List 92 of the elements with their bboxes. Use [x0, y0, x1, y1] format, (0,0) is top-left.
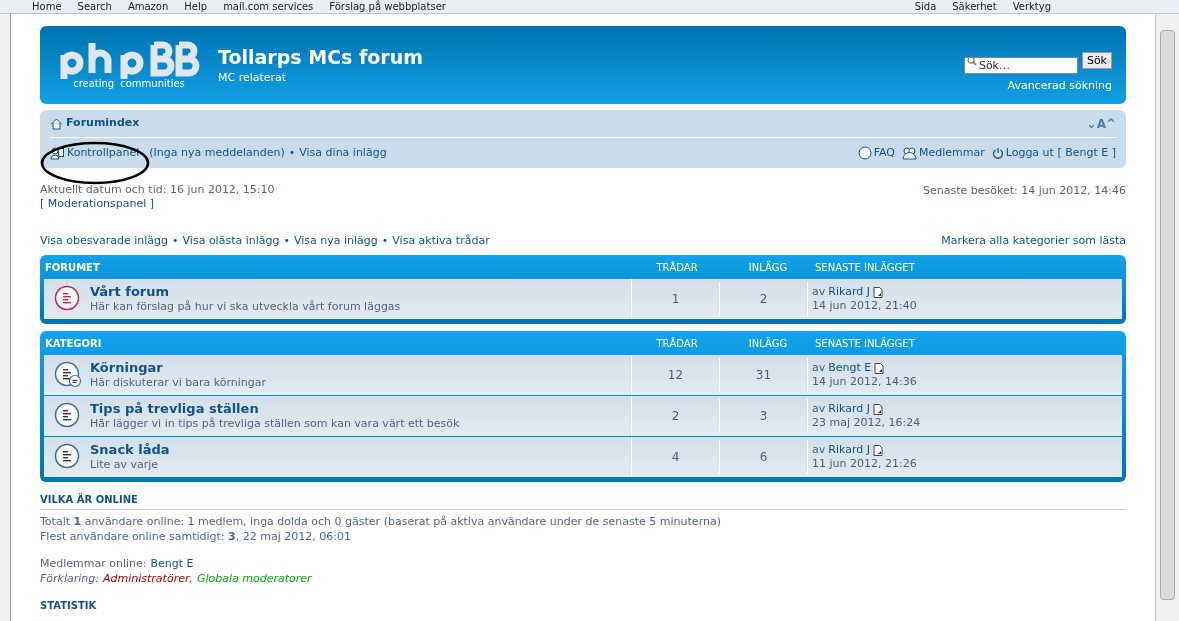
forum-title[interactable]: Tips på trevliga ställen: [90, 401, 460, 418]
by-label: av: [812, 402, 826, 416]
section-heading: STATISTIK: [40, 600, 98, 612]
column-header: SENASTE INLÄGGET: [814, 336, 916, 351]
user-panel-icon: [50, 146, 65, 160]
posts-count: 2: [759, 291, 768, 308]
posts-count: 3: [759, 408, 768, 425]
forum-status-icon: [54, 285, 82, 313]
posts-count: 31: [755, 367, 772, 384]
site-description: MC relaterat: [218, 69, 288, 86]
topics-count: 4: [671, 449, 680, 466]
members-link[interactable]: Medlemmar: [918, 144, 985, 162]
toolbar-menu[interactable]: Verktyg: [1012, 0, 1051, 13]
advanced-search-link[interactable]: Avancerad sökning: [1007, 77, 1112, 94]
logo-tagline: creating: [73, 79, 115, 89]
online-record: Flest användare online samtidigt: 3, 22 maj 2012, 06:01: [40, 529, 352, 544]
legend-label: Förklaring:: [40, 571, 99, 586]
current-time: Aktuellt datum och tid: 16 jun 2012, 15:10: [40, 183, 275, 197]
bullet: •: [381, 232, 389, 249]
quick-link[interactable]: Visa olästa inlägg: [182, 232, 280, 249]
last-visit: Senaste besöket: 14 jun 2012, 14:46: [923, 183, 1126, 199]
column-header: INLÄGG: [747, 260, 789, 275]
phpbb-logo[interactable]: creating communities: [54, 41, 204, 89]
posts-count: 6: [759, 449, 768, 466]
forum-title[interactable]: Vårt forum: [90, 284, 401, 301]
column-header: SENASTE INLÄGGET: [814, 260, 916, 275]
power-icon: [991, 147, 1004, 159]
favorites-link[interactable]: Help: [184, 0, 208, 13]
favorites-link[interactable]: Search: [77, 0, 112, 13]
by-label: av: [812, 285, 826, 299]
legend-separator: ,: [189, 571, 193, 586]
column-header: TRÅDAR: [655, 260, 699, 275]
by-label: av: [812, 361, 826, 375]
search-field[interactable]: Sök…: [963, 56, 1078, 74]
scrollbar[interactable]: [1155, 14, 1179, 621]
faq-link[interactable]: FAQ: [873, 144, 895, 162]
post-time: 23 maj 2012, 16:24: [812, 416, 922, 430]
legend-group-link[interactable]: Administratörer: [103, 571, 190, 586]
forum-description: Här lägger vi in tips på trevliga ställen som kan vara värt ett besök: [90, 417, 460, 431]
topics-count: 12: [667, 367, 684, 384]
post-time: 14 jun 2012, 21:40: [812, 299, 918, 313]
home-icon[interactable]: [50, 117, 63, 130]
own-posts-link[interactable]: Visa dina inlägg: [299, 144, 387, 162]
document-arrow-icon[interactable]: [872, 286, 883, 298]
mark-read-link[interactable]: Markera alla kategorier som lästa: [941, 232, 1126, 249]
document-arrow-icon[interactable]: [874, 362, 885, 374]
favorites-link[interactable]: Förslag på webbplatser: [329, 0, 446, 13]
author-link[interactable]: Rikard J: [828, 402, 870, 416]
document-arrow-icon[interactable]: [872, 444, 883, 456]
online-summary: Totalt 1 användare online: 1 medlem, inga dolda och 0 gäster (baserat på aktiva användare under de senaste 5 minuterna): [40, 514, 722, 529]
breadcrumb-link[interactable]: Forumindex: [66, 115, 140, 132]
members-online-label: Medlemmar online:: [40, 556, 147, 571]
logout-link[interactable]: Logga ut [ Bengt E ]: [1005, 144, 1116, 162]
quick-link[interactable]: Visa obesvarade inlägg: [40, 232, 169, 249]
bullet: •: [283, 232, 290, 249]
favorites-link[interactable]: Amazon: [127, 0, 169, 13]
forum-status-icon: [54, 402, 82, 430]
forum-title[interactable]: Körningar: [90, 360, 266, 377]
search-icon: [966, 55, 977, 66]
member-link[interactable]: Bengt E: [150, 556, 194, 571]
quick-link[interactable]: Visa nya inlägg: [294, 232, 378, 249]
toolbar-menu[interactable]: Säkerhet: [952, 0, 997, 13]
forum-status-icon: [54, 443, 82, 471]
by-label: av: [812, 443, 826, 457]
topics-count: 1: [671, 291, 680, 308]
favorites-link[interactable]: Home: [32, 0, 62, 13]
author-link[interactable]: Rikard J: [828, 285, 870, 299]
forum-description: Lite av varje: [90, 458, 160, 472]
toolbar-menu[interactable]: Sida: [914, 0, 937, 13]
users-icon: [901, 146, 917, 160]
topics-count: 2: [671, 408, 680, 425]
author-link[interactable]: Rikard J: [828, 443, 870, 457]
moderation-panel-link[interactable]: [ Moderationspanel ]: [40, 196, 275, 211]
site-title: Tollarps MCs forum: [218, 46, 424, 70]
search-button[interactable]: Sök: [1081, 51, 1112, 69]
bullet: •: [288, 144, 296, 161]
messages-link[interactable]: (Inga nya meddelanden): [149, 144, 285, 162]
section-heading: VILKA ÄR ONLINE: [40, 492, 1126, 510]
author-link[interactable]: Bengt E: [828, 361, 872, 375]
forum-description: Här kan förslag på hur vi ska utveckla vårt forum läggas: [90, 300, 401, 314]
forum-description: Här diskuterar vi bara körningar: [90, 376, 266, 390]
column-header: INLÄGG: [747, 336, 789, 351]
post-time: 11 jun 2012, 21:26: [812, 457, 918, 471]
forum-title[interactable]: Snack låda: [90, 442, 170, 459]
post-time: 14 jun 2012, 14:36: [812, 375, 918, 389]
bullet: •: [172, 232, 179, 249]
quick-link[interactable]: Visa aktiva trådar: [392, 232, 490, 249]
logo-tagline: communities: [120, 79, 185, 89]
favorites-link[interactable]: mail.com services: [223, 0, 314, 13]
column-header: TRÅDAR: [655, 336, 699, 351]
forum-status-icon: [54, 361, 82, 389]
document-arrow-icon[interactable]: [872, 403, 883, 415]
